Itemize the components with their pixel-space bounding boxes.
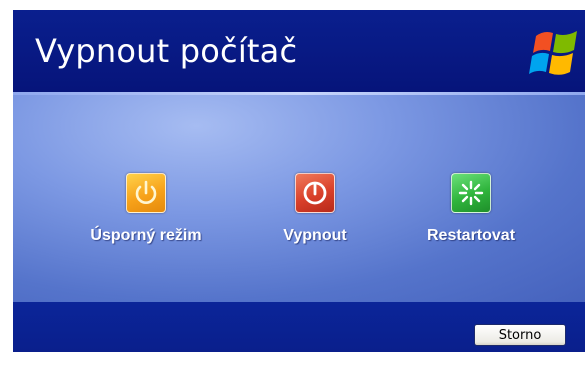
windows-flag-icon (529, 31, 577, 75)
power-standby-icon[interactable] (126, 173, 166, 213)
restart-option[interactable]: Restartovat (402, 173, 540, 245)
title-bar: Vypnout počítač (13, 10, 585, 92)
button-bar: Storno (13, 302, 585, 352)
options-panel: Úsporný režim Vypnout Restartovat (13, 95, 585, 302)
cancel-button[interactable]: Storno (474, 324, 566, 346)
standby-option[interactable]: Úsporný režim (71, 173, 221, 245)
power-off-icon[interactable] (295, 173, 335, 213)
shutdown-label[interactable]: Vypnout (265, 227, 365, 245)
dialog-title: Vypnout počítač (35, 32, 298, 70)
shutdown-dialog: Vypnout počítač Úsporný režim Vypnout Re… (13, 10, 585, 352)
shutdown-option[interactable]: Vypnout (265, 173, 365, 245)
restart-label[interactable]: Restartovat (402, 227, 540, 245)
restart-icon[interactable] (451, 173, 491, 213)
standby-label[interactable]: Úsporný režim (71, 227, 221, 245)
